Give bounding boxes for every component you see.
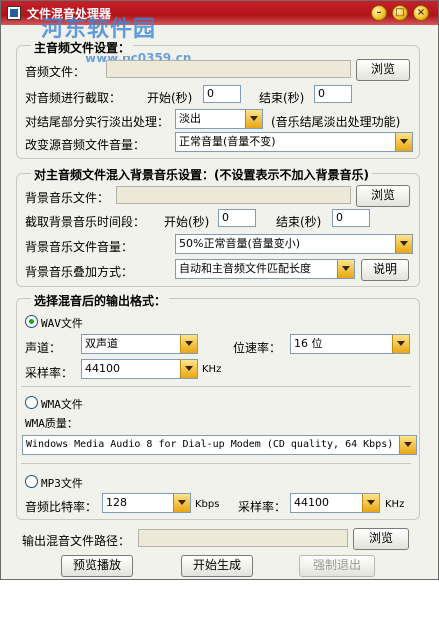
bg-end-input[interactable]: 0 [332,209,370,227]
mp3-samplerate-value: 44100 [294,496,329,509]
chevron-down-icon [395,235,412,253]
output-path-browse-button[interactable]: 浏览 [353,528,409,550]
wma-quality-value: Windows Media Audio 8 for Dial-up Modem … [26,439,394,450]
wav-label[interactable]: WAV文件 [41,315,83,331]
trim-label: 对音频进行截取： [25,91,122,105]
browse-label: 浏览 [370,188,395,202]
channel-value: 双声道 [85,337,118,350]
bg-mix-label: 背景音乐叠加方式： [25,265,134,279]
minimize-button[interactable]: – [371,5,387,21]
fade-value: 淡出 [179,112,201,125]
divider [21,386,411,387]
fade-select[interactable]: 淡出 [175,109,263,129]
fade-note: (音乐结尾淡出处理功能) [271,115,401,129]
wav-radio[interactable] [25,315,38,328]
explain-label: 说明 [372,262,397,276]
wma-radio[interactable] [25,396,38,409]
output-path-field[interactable] [138,529,348,547]
samplerate-label: 采样率： [25,366,74,380]
fade-label: 对结尾部分实行淡出处理： [25,115,170,129]
chevron-down-icon [362,494,379,512]
force-quit-button[interactable]: 强制退出 [299,555,375,577]
bg-start-input[interactable]: 0 [218,209,256,227]
bg-start-label: 开始(秒) [164,215,210,229]
bitdepth-select[interactable]: 16 位 [290,334,410,354]
mp3-samplerate-select[interactable]: 44100 [290,493,380,513]
chevron-down-icon [392,335,409,353]
volume-label: 改变源音频文件音量： [25,138,146,152]
bg-mix-value: 自动和主音频文件匹配长度 [179,262,311,275]
bg-file-browse-button[interactable]: 浏览 [356,185,410,207]
channel-select[interactable]: 双声道 [81,334,198,354]
end-sec-label: 结束(秒) [259,91,305,105]
bg-volume-select[interactable]: 50%正常音量(音量变小) [175,234,413,254]
preview-label: 预览播放 [72,558,121,572]
mp3-radio[interactable] [25,475,38,488]
browse-label: 浏览 [368,531,393,545]
channel-label: 声道： [25,341,62,355]
bitdepth-label: 位速率： [233,341,282,355]
start-sec-label: 开始(秒) [147,91,193,105]
chevron-down-icon [173,494,190,512]
main-audio-legend: 主音频文件设置： [31,39,134,56]
bg-music-legend: 对主音频文件混入背景音乐设置：(不设置表示不加入背景音乐) [31,166,372,183]
wma-label[interactable]: WMA文件 [41,396,83,412]
output-format-legend: 选择混音后的输出格式： [31,292,170,309]
khz-label: KHz [202,364,222,375]
divider [21,463,411,464]
bg-mix-select[interactable]: 自动和主音频文件匹配长度 [175,259,355,279]
bg-trim-label: 截取背景音乐时间段： [25,215,146,229]
wma-quality-select[interactable]: Windows Media Audio 8 for Dial-up Modem … [22,435,417,455]
close-button[interactable]: × [413,5,429,21]
chevron-down-icon [399,436,416,454]
volume-value: 正常音量(音量不变) [179,135,276,148]
chevron-down-icon [395,133,412,151]
mp3-label[interactable]: MP3文件 [41,475,83,491]
bg-volume-label: 背景音乐文件音量： [25,240,134,254]
app-icon [7,6,21,20]
start-label: 开始生成 [192,558,241,572]
audio-file-label: 音频文件： [25,65,86,79]
samplerate-value: 44100 [85,362,120,375]
main-window: 文件混音处理器 – □ × 河东软件园 www.pc0359.cn 主音频文件设… [0,0,439,580]
output-path-label: 输出混音文件路径： [22,534,131,548]
bg-file-field[interactable] [116,186,351,204]
kbps-label: Kbps [195,499,220,510]
bg-end-label: 结束(秒) [276,215,322,229]
audio-file-field[interactable] [106,60,351,78]
volume-select[interactable]: 正常音量(音量不变) [175,132,413,152]
chevron-down-icon [245,110,262,128]
preview-button[interactable]: 预览播放 [61,555,133,577]
audio-file-browse-button[interactable]: 浏览 [356,59,410,81]
mp3-khz-label: KHz [385,499,405,510]
bg-volume-value: 50%正常音量(音量变小) [179,237,301,250]
browse-label: 浏览 [370,62,395,76]
maximize-button[interactable]: □ [392,5,408,21]
start-generate-button[interactable]: 开始生成 [181,555,253,577]
end-sec-input[interactable]: 0 [314,85,352,103]
chevron-down-icon [180,360,197,378]
chevron-down-icon [180,335,197,353]
bg-file-label: 背景音乐文件： [25,191,110,205]
samplerate-select[interactable]: 44100 [81,359,198,379]
explain-button[interactable]: 说明 [361,259,409,281]
bitdepth-value: 16 位 [294,337,323,350]
mp3-samplerate-label: 采样率： [238,500,287,514]
start-sec-input[interactable]: 0 [203,85,241,103]
wma-quality-label: WMA质量： [25,417,78,430]
stop-label: 强制退出 [312,558,361,572]
mp3-bitrate-value: 128 [106,496,127,509]
chevron-down-icon [337,260,354,278]
mp3-bitrate-label: 音频比特率： [25,500,98,514]
mp3-bitrate-select[interactable]: 128 [102,493,191,513]
